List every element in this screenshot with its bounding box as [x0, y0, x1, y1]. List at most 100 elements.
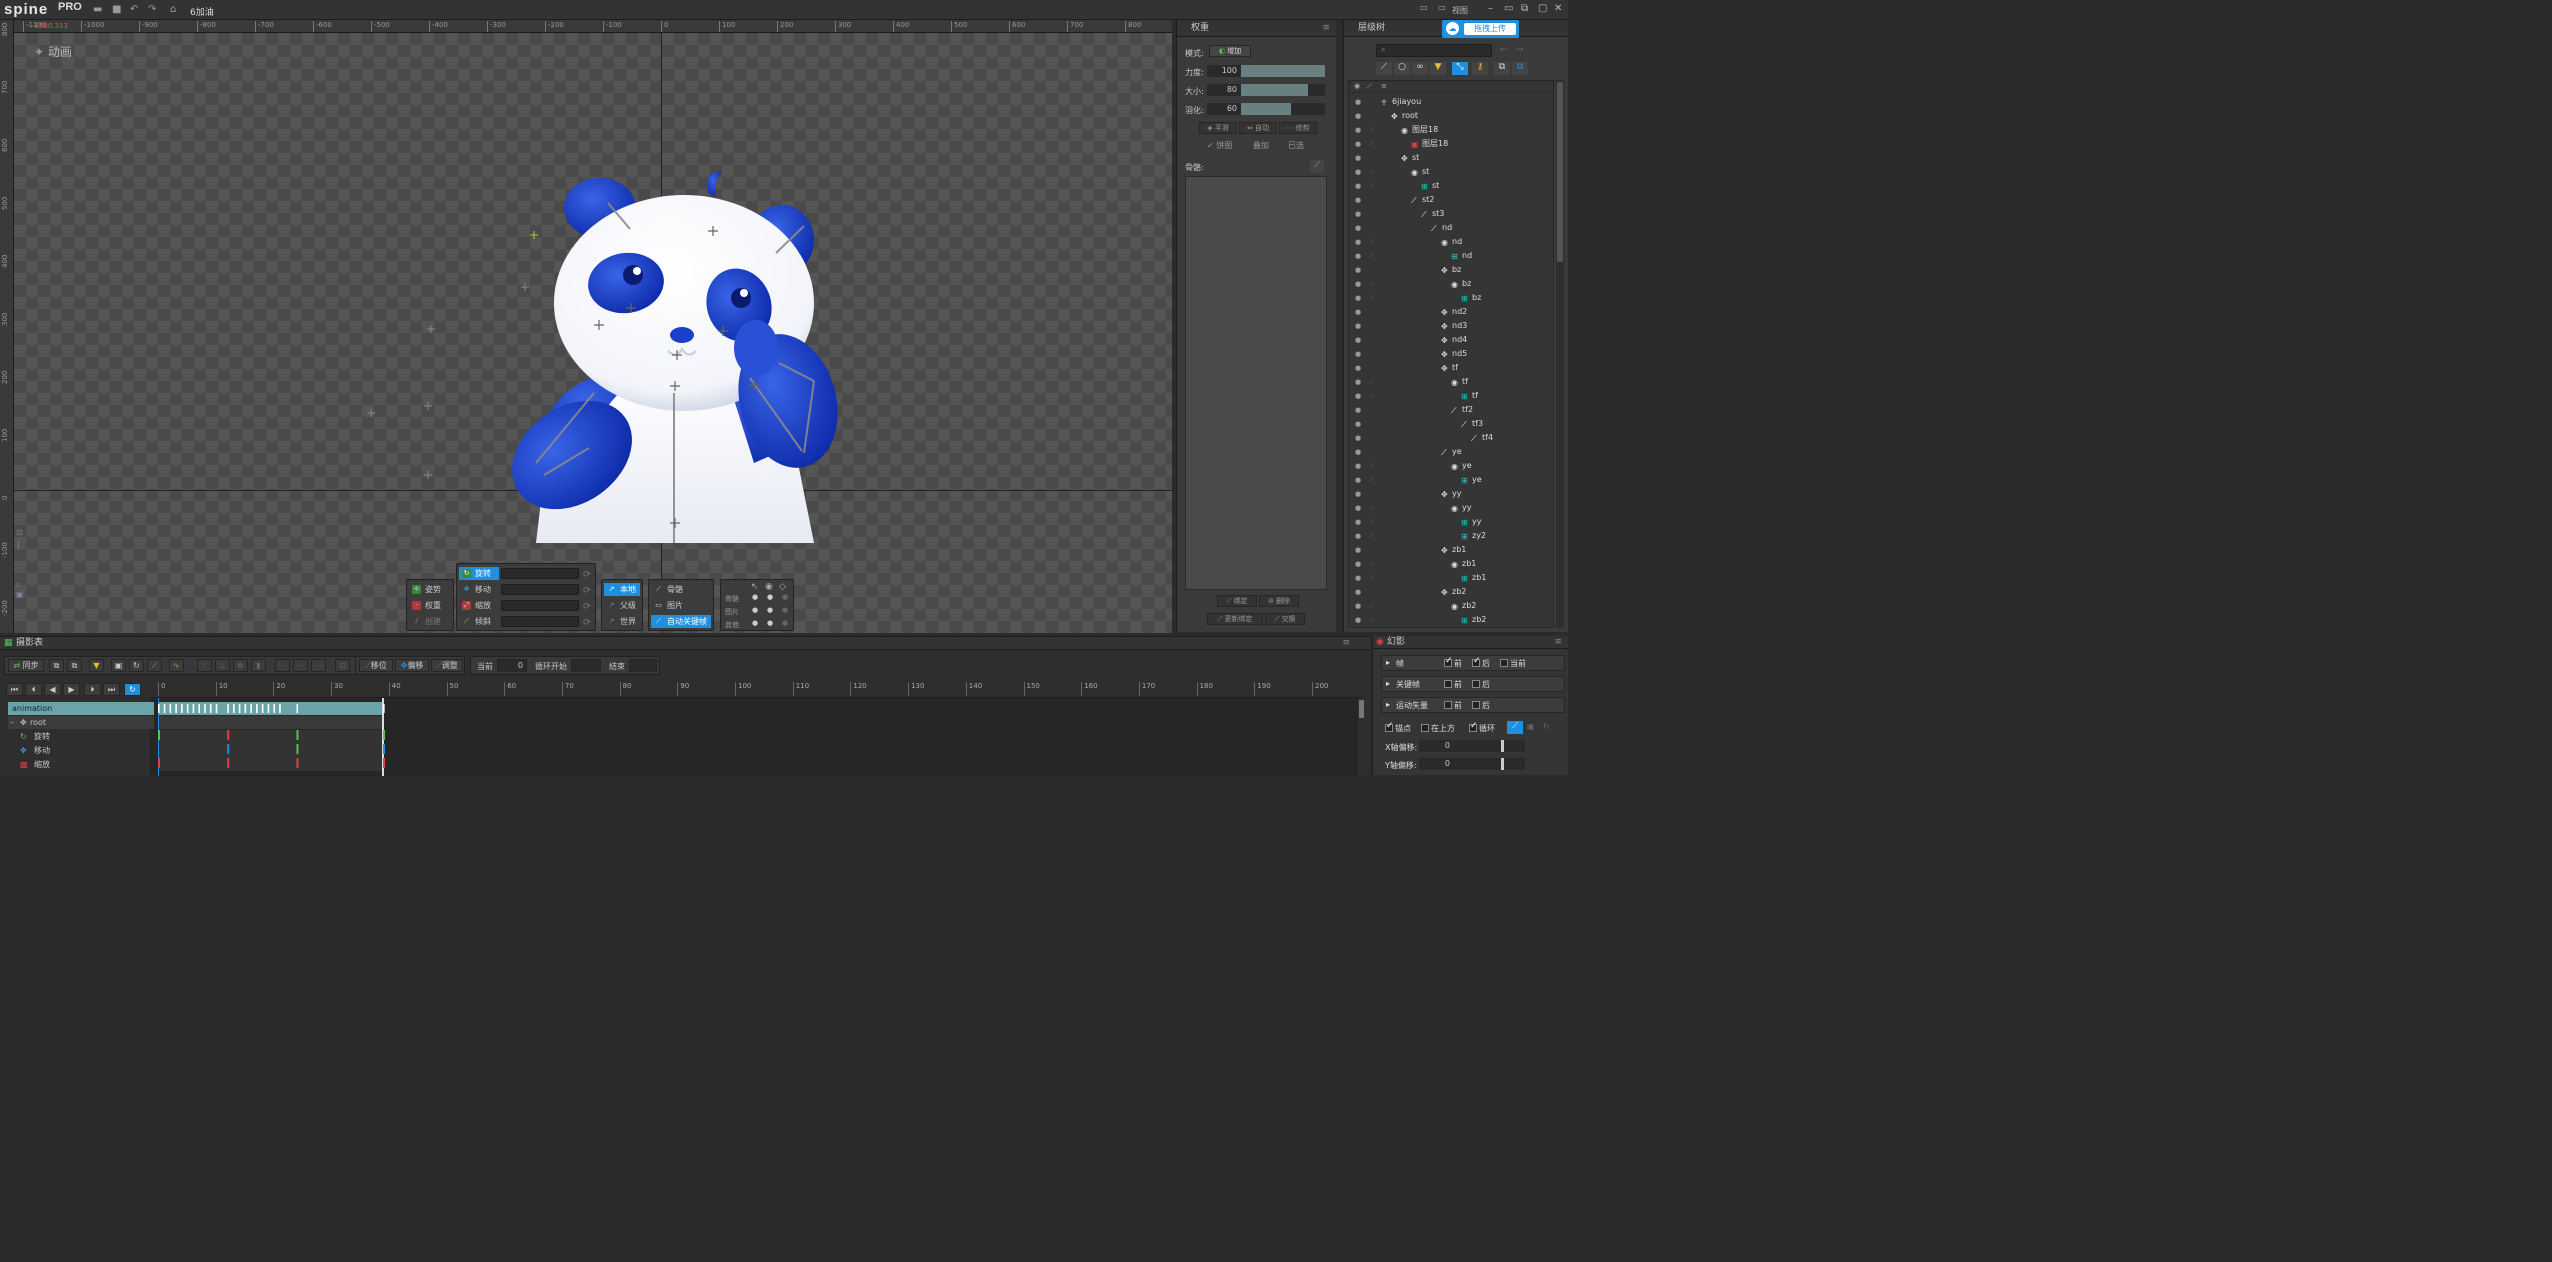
other-select-toggle[interactable]: ● ● ●	[752, 619, 788, 627]
sync-button[interactable]: ⇄ 同步	[8, 659, 44, 672]
tile-icon[interactable]: ⧉	[1521, 3, 1528, 14]
filter-icon[interactable]: ▼	[1430, 62, 1446, 75]
link-icon[interactable]: ⟳	[583, 570, 591, 580]
expand-icon[interactable]: ▸	[1386, 679, 1390, 688]
visibility-dot[interactable]: ●	[1355, 599, 1361, 613]
upload-button[interactable]: ☁ 拖拽上传	[1442, 20, 1519, 38]
tree-node[interactable]: ● ⟋ ⊞ st	[1349, 179, 1553, 193]
keyframe-mark[interactable]	[296, 758, 299, 768]
timeline-tracks[interactable]	[150, 698, 1360, 776]
swap-button[interactable]: ⟋ 交换	[1265, 613, 1305, 625]
visibility-dot[interactable]: ●	[1355, 487, 1361, 501]
visibility-dot[interactable]: ●	[1355, 473, 1361, 487]
visibility-dot[interactable]: ●	[1355, 151, 1361, 165]
keyframe-mark[interactable]	[175, 704, 177, 713]
visibility-dot[interactable]: ●	[1355, 347, 1361, 361]
tree-node[interactable]: ● ⟋ ⊞ tf	[1349, 389, 1553, 403]
visibility-dot[interactable]: ●	[1355, 445, 1361, 459]
key-marker-icon[interactable]: ⟋	[1369, 515, 1374, 529]
keyframe-mark[interactable]	[158, 704, 160, 713]
keyframe-mark[interactable]	[296, 744, 299, 754]
keyframe-mark[interactable]	[273, 704, 275, 713]
images-select-toggle[interactable]: ● ● ●	[752, 606, 788, 614]
translate-row[interactable]: ✥ 移动	[8, 744, 154, 757]
timeline-scrollbar[interactable]	[1358, 698, 1365, 776]
tree-node[interactable]: ● ☥ 6jiayou	[1349, 95, 1553, 109]
key-marker-icon[interactable]: ⟋	[1369, 235, 1374, 249]
key-marker-icon[interactable]: ⟋	[1369, 389, 1374, 403]
keyframe-mark[interactable]	[238, 704, 241, 713]
curve-icon[interactable]: ⟋	[147, 659, 162, 672]
keyframe-mark[interactable]	[227, 744, 230, 754]
rotate-value[interactable]	[501, 568, 579, 579]
images-toggle[interactable]: ▭ 图片	[651, 599, 711, 612]
key-marker-icon[interactable]: ⟋	[1369, 249, 1374, 263]
slot-filter-icon[interactable]: ○	[1394, 62, 1410, 75]
visibility-dot[interactable]: ●	[1355, 557, 1361, 571]
tree-node[interactable]: ● ✥ zb2	[1349, 585, 1553, 599]
keys-before-check[interactable]: 前	[1444, 679, 1462, 690]
bone-filter-icon[interactable]: ⟋	[1376, 62, 1392, 75]
pick-bone-icon[interactable]: ⟋	[1310, 160, 1324, 173]
keyframe-mark[interactable]	[209, 704, 212, 713]
overlay-option[interactable]: ✓ 饼图	[1207, 140, 1232, 151]
key-marker-icon[interactable]: ⟋	[1369, 501, 1374, 515]
tree-node[interactable]: ● ⟋ st3	[1349, 207, 1553, 221]
rotate-row[interactable]: ↻ 旋转	[8, 730, 154, 743]
visibility-dot[interactable]: ●	[1355, 571, 1361, 585]
tree-node[interactable]: ● ⟋ st2	[1349, 193, 1553, 207]
visibility-dot[interactable]: ●	[1355, 277, 1361, 291]
x-offset-input[interactable]: 0	[1419, 740, 1453, 752]
strength-slider[interactable]	[1241, 65, 1325, 77]
tree-node[interactable]: ● ⟋ tf4	[1349, 431, 1553, 445]
timeline-area[interactable]: 0 10 20 30 40 50 60 70 80 90 100 110 120 130 140 150 160…	[150, 682, 1365, 776]
shift-button[interactable]: ✥偏移	[395, 659, 429, 672]
maximize-icon[interactable]: ▢	[1538, 3, 1547, 14]
visibility-dot[interactable]: ●	[1355, 543, 1361, 557]
visibility-dot[interactable]: ●	[1355, 417, 1361, 431]
key-marker-icon[interactable]: ⟋	[1369, 165, 1374, 179]
feather-slider[interactable]	[1241, 103, 1325, 115]
panel-menu-icon[interactable]: ≡	[1554, 636, 1562, 649]
visibility-dot[interactable]: ●	[1355, 305, 1361, 319]
back-icon[interactable]: ←	[1500, 45, 1508, 55]
expand-icon[interactable]: ⤡	[1452, 62, 1468, 75]
key-marker-icon[interactable]: ⟋	[1369, 599, 1374, 613]
keyframe-mark[interactable]	[250, 704, 252, 713]
tree-node[interactable]: ● ✥ st	[1349, 151, 1553, 165]
tree-node[interactable]: ● ⟋ ◉ st	[1349, 165, 1553, 179]
key-marker-icon[interactable]: ⟋	[1369, 123, 1374, 137]
tree-node[interactable]: ● ✥ nd4	[1349, 333, 1553, 347]
tree-node[interactable]: ● ⟋ ⊞ zb1	[1349, 571, 1553, 585]
keyframe-mark[interactable]	[383, 758, 386, 768]
visibility-dot[interactable]: ●	[1355, 221, 1361, 235]
size-slider[interactable]	[1241, 84, 1325, 96]
visibility-dot[interactable]: ●	[1355, 501, 1361, 515]
translate-tool[interactable]: ✥ 移动	[459, 583, 499, 596]
tree-node[interactable]: ● ⟋ ◉ zb2	[1349, 599, 1553, 613]
tree-node[interactable]: ● ⟋ ⊞ zb2	[1349, 613, 1553, 627]
tree-node[interactable]: ● ⟋ ⊞ zy2	[1349, 529, 1553, 543]
tree-node[interactable]: ● ⟋ ◉ zb1	[1349, 557, 1553, 571]
selected-option[interactable]: 已选	[1288, 140, 1304, 151]
key-marker-icon[interactable]: ⟋	[1369, 277, 1374, 291]
paste-icon[interactable]: ⧉	[1512, 62, 1528, 75]
tree-node[interactable]: ● ✥ root	[1349, 109, 1553, 123]
tree-node[interactable]: ● ⟋ ◉ nd	[1349, 235, 1553, 249]
frame-icon[interactable]: ▣	[16, 590, 24, 599]
offset-button[interactable]: ⟋移位	[359, 659, 393, 672]
y-offset-input[interactable]: 0	[1419, 758, 1453, 770]
tree-node[interactable]: ● ✥ zb1	[1349, 543, 1553, 557]
tree-node[interactable]: ● ⟋ ⊞ yy	[1349, 515, 1553, 529]
mode-dropdown[interactable]: ◐ 增加	[1209, 45, 1251, 57]
motion-before-check[interactable]: 前	[1444, 700, 1462, 711]
play-icon[interactable]: ▶	[63, 683, 80, 696]
scale-row[interactable]: ▩ 缩放	[8, 758, 154, 771]
keyframe-mark[interactable]	[227, 730, 230, 740]
tree-node[interactable]: ● ✥ nd3	[1349, 319, 1553, 333]
fit-icon[interactable]: ⊡	[16, 528, 24, 537]
keyframe-mark[interactable]	[227, 704, 229, 713]
collapse-icon[interactable]: –	[10, 716, 14, 729]
keyframe-mark[interactable]	[267, 704, 270, 713]
tree-node[interactable]: ● ⟋ ◉ 图层18	[1349, 123, 1553, 137]
